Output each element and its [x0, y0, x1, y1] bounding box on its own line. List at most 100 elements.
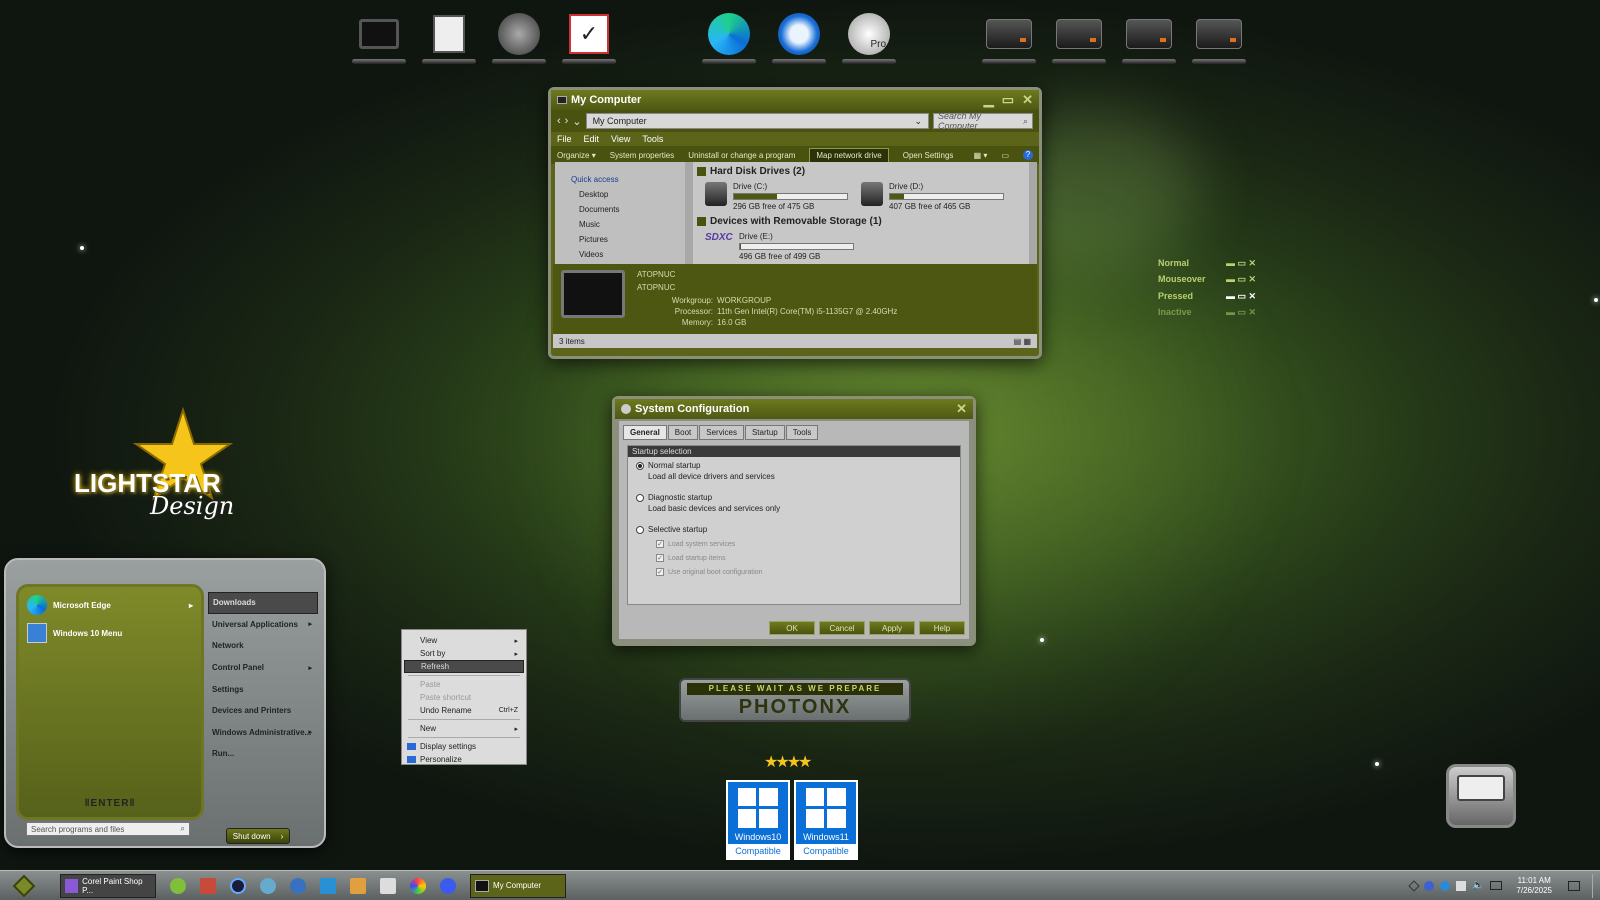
shutdown-button[interactable]: Shut down › [226, 828, 290, 844]
tab-services[interactable]: Services [699, 425, 744, 440]
tray-diamond-icon[interactable] [1408, 879, 1420, 892]
search-input[interactable]: Search My Computer ⌕ [933, 111, 1033, 131]
menu-item-new[interactable]: New ▸ [404, 722, 524, 735]
start-item-devices-printers[interactable]: Devices and Printers [208, 700, 318, 722]
recycle-bin-icon[interactable] [1446, 764, 1516, 828]
drive-icon[interactable] [1048, 8, 1110, 64]
thunderbird-icon[interactable] [768, 8, 830, 64]
pinned-windows-10-menu[interactable]: Windows 10 Menu [19, 619, 201, 647]
help-button[interactable]: Help [919, 621, 965, 635]
taskbar-app-my-computer[interactable]: My Computer [470, 873, 566, 898]
minimize-button[interactable]: ▁ [984, 92, 994, 108]
original-boot-config-checkbox[interactable]: ✓ Use original boot configuration [656, 568, 952, 576]
start-item-control-panel[interactable]: Control Panel ▸ [208, 657, 318, 679]
content-scrollbar[interactable] [1029, 162, 1037, 264]
help-icon[interactable]: ? [1023, 150, 1033, 160]
checklist-icon[interactable]: ✓ [558, 8, 620, 64]
folder-icon[interactable] [200, 877, 216, 894]
thunderbird-icon[interactable] [290, 877, 306, 894]
load-system-services-checkbox[interactable]: ✓ Load system services [656, 540, 952, 548]
menu-item-sort-by[interactable]: Sort by ▸ [404, 647, 524, 660]
chrome-icon[interactable] [410, 877, 426, 894]
drive-icon[interactable] [1188, 8, 1250, 64]
menu-file[interactable]: File [557, 134, 572, 144]
menu-item-view[interactable]: View ▸ [404, 634, 524, 647]
cortana-icon[interactable] [230, 877, 246, 894]
nav-documents[interactable]: Documents [563, 202, 685, 217]
shield-icon[interactable] [380, 877, 396, 894]
preview-pane-icon[interactable]: ▭ [1001, 151, 1009, 160]
start-search-input[interactable]: Search programs and files ⌕ [26, 822, 190, 836]
drive-dvd-icon[interactable] [978, 8, 1040, 64]
start-item-downloads[interactable]: Downloads [208, 592, 318, 614]
menu-tools[interactable]: Tools [642, 134, 663, 144]
drive-e[interactable]: SDXC Drive (E:) 496 GB free of 499 GB [705, 232, 854, 261]
nav-music[interactable]: Music [563, 217, 685, 232]
enter-button[interactable]: ǁENTERǁ [19, 798, 201, 809]
clock[interactable]: 11:01 AM 7/26/2025 [1516, 876, 1552, 896]
nav-scrollbar[interactable] [685, 162, 693, 264]
browser-icon[interactable] [440, 877, 456, 894]
map-network-drive-button[interactable]: Map network drive [809, 147, 889, 163]
start-item-admin-tools[interactable]: Windows Administrative... ▸ [208, 722, 318, 744]
taskbar-app-corel[interactable]: Corel Paint Shop P... [60, 873, 156, 898]
nav-pictures[interactable]: Pictures [563, 232, 685, 247]
uninstall-button[interactable]: Uninstall or change a program [688, 151, 795, 160]
menu-item-display-settings[interactable]: Display settings [404, 740, 524, 753]
edge-icon[interactable] [698, 8, 760, 64]
ok-button[interactable]: OK [769, 621, 815, 635]
photos-icon[interactable] [260, 877, 276, 894]
drive-d[interactable]: Drive (D:) 407 GB free of 465 GB [861, 182, 1004, 211]
network-dish-icon[interactable] [488, 8, 550, 64]
pro-icon[interactable]: Pro [838, 8, 900, 64]
normal-startup-radio[interactable]: Normal startup [636, 461, 952, 470]
show-desktop-button[interactable] [1592, 873, 1596, 898]
system-properties-button[interactable]: System properties [610, 151, 674, 160]
open-settings-button[interactable]: Open Settings [903, 151, 954, 160]
layers-icon[interactable] [320, 877, 336, 894]
start-item-network[interactable]: Network [208, 635, 318, 657]
start-item-universal-apps[interactable]: Universal Applications ▸ [208, 614, 318, 636]
computer-icon[interactable] [348, 8, 410, 64]
close-button[interactable]: ✕ [1022, 92, 1033, 108]
apply-button[interactable]: Apply [869, 621, 915, 635]
view-options-icon[interactable]: ▦ ▾ [974, 151, 988, 160]
forward-icon[interactable]: › [565, 115, 569, 127]
view-toggle-icon[interactable]: ▤ ▦ [1014, 337, 1031, 346]
chevron-down-icon[interactable]: ⌄ [572, 115, 581, 128]
maximize-button[interactable]: ▭ [1002, 92, 1014, 108]
selective-startup-radio[interactable]: Selective startup [636, 525, 952, 534]
diagnostic-startup-radio[interactable]: Diagnostic startup [636, 493, 952, 502]
media-icon[interactable] [350, 877, 366, 894]
tray-circle-icon[interactable] [1439, 880, 1450, 891]
nav-desktop[interactable]: Desktop [563, 187, 685, 202]
volume-icon[interactable]: 🔈 [1472, 880, 1484, 891]
tray-shield-icon[interactable] [1455, 880, 1466, 891]
cancel-button[interactable]: Cancel [819, 621, 865, 635]
tab-boot[interactable]: Boot [667, 425, 699, 440]
close-button[interactable]: ✕ [956, 401, 967, 417]
menu-view[interactable]: View [611, 134, 630, 144]
back-icon[interactable]: ‹ [557, 115, 561, 127]
menu-item-undo-rename[interactable]: Undo Rename Ctrl+Z [404, 704, 524, 717]
documents-icon[interactable] [418, 8, 480, 64]
menu-item-refresh[interactable]: Refresh [404, 660, 524, 673]
tab-tools[interactable]: Tools [785, 425, 819, 440]
drive-c[interactable]: Drive (C:) 296 GB free of 475 GB [705, 182, 848, 211]
tab-startup[interactable]: Startup [744, 425, 785, 440]
nav-videos[interactable]: Videos [563, 247, 685, 262]
recycle-icon[interactable] [170, 877, 186, 894]
tab-general[interactable]: General [623, 425, 667, 440]
start-item-run[interactable]: Run... [208, 743, 318, 765]
tray-circle-icon[interactable] [1423, 880, 1434, 891]
address-field[interactable]: My Computer ⌄ [585, 113, 929, 129]
load-startup-items-checkbox[interactable]: ✓ Load startup items [656, 554, 952, 562]
drive-icon[interactable] [1118, 8, 1180, 64]
pinned-microsoft-edge[interactable]: Microsoft Edge ▸ [19, 587, 201, 619]
notification-icon[interactable] [1568, 880, 1580, 891]
menu-edit[interactable]: Edit [584, 134, 600, 144]
organize-button[interactable]: Organize ▾ [557, 151, 596, 160]
menu-item-personalize[interactable]: Personalize [404, 753, 524, 766]
start-item-settings[interactable]: Settings [208, 678, 318, 700]
start-button[interactable] [12, 874, 36, 897]
